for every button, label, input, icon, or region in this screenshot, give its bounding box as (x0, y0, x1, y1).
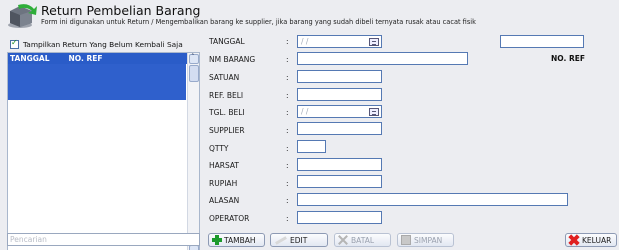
supplier-input[interactable] (297, 122, 382, 135)
filter-checkbox-label: Tampilkan Return Yang Belum Kembali Saja (23, 39, 183, 49)
simpan-label: SIMPAN (414, 235, 443, 245)
column-header-tanggal[interactable]: TANGGAL (8, 54, 50, 63)
tgl-beli-label: TGL. BELI (209, 108, 245, 117)
colon: : (286, 214, 289, 223)
no-ref-input[interactable] (500, 35, 584, 48)
return-list-grid[interactable]: TANGGAL NO. REF (7, 52, 200, 250)
tanggal-value: / / (301, 37, 309, 46)
simpan-button[interactable]: SIMPAN (397, 233, 454, 247)
qtty-input[interactable] (297, 140, 326, 153)
plus-icon (212, 235, 222, 245)
calendar-icon[interactable] (369, 38, 379, 46)
colon: : (286, 144, 289, 153)
keluar-label: KELUAR (582, 235, 612, 245)
colon: : (286, 108, 289, 117)
qtty-label: QTTY (209, 144, 229, 153)
tgl-beli-date-field[interactable]: / / (297, 105, 382, 118)
form-header: Return Pembelian Barang Form ini digunak… (0, 0, 619, 31)
pencil-icon (274, 236, 287, 244)
colon: : (286, 126, 289, 135)
colon: : (286, 55, 289, 64)
colon: : (286, 37, 289, 46)
colon: : (286, 73, 289, 82)
no-ref-label: NO. REF (551, 54, 585, 63)
scroll-up-button[interactable] (189, 53, 199, 64)
tgl-beli-value: / / (301, 107, 309, 116)
save-disk-icon (401, 235, 411, 245)
grid-scrollbar[interactable] (187, 53, 199, 250)
tambah-label: TAMBAH (224, 235, 256, 245)
page-title: Return Pembelian Barang (41, 3, 201, 18)
keluar-button[interactable]: KELUAR (565, 233, 617, 247)
batal-label: BATAL (351, 235, 375, 245)
batal-button[interactable]: BATAL (334, 233, 391, 247)
edit-label: EDIT (290, 235, 308, 245)
rupiah-input[interactable] (297, 175, 382, 188)
harsat-label: HARSAT (209, 161, 240, 170)
calendar-icon[interactable] (369, 108, 379, 116)
nm-barang-label: NM BARANG (209, 55, 256, 64)
return-box-icon (8, 4, 37, 28)
filter-checkbox-row[interactable]: Tampilkan Return Yang Belum Kembali Saja (10, 38, 183, 50)
search-input[interactable]: Pencarian (7, 233, 200, 246)
nm-barang-input[interactable] (297, 52, 468, 65)
tanggal-date-field[interactable]: / / (297, 35, 382, 48)
ref-beli-label: REF. BELI (209, 91, 244, 100)
operator-label: OPERATOR (209, 214, 250, 223)
operator-input[interactable] (297, 211, 382, 224)
edit-button[interactable]: EDIT (270, 233, 328, 247)
column-header-no-ref[interactable]: NO. REF (67, 54, 103, 63)
alasan-input[interactable] (297, 193, 568, 206)
filter-checkbox[interactable] (10, 38, 19, 49)
close-icon (569, 235, 579, 245)
colon: : (286, 179, 289, 188)
colon: : (286, 161, 289, 170)
selected-row-area[interactable] (8, 64, 186, 100)
page-subtitle: Form ini digunakan untuk Return / Mengem… (41, 18, 476, 26)
colon: : (286, 91, 289, 100)
rupiah-label: RUPIAH (209, 179, 238, 188)
satuan-input[interactable] (297, 70, 382, 83)
alasan-label: ALASAN (209, 196, 240, 205)
grid-header: TANGGAL NO. REF (8, 53, 199, 64)
tanggal-label: TANGGAL (209, 37, 245, 46)
cancel-icon (338, 235, 348, 245)
harsat-input[interactable] (297, 158, 382, 171)
ref-beli-input[interactable] (297, 88, 382, 101)
scroll-thumb[interactable] (189, 65, 199, 82)
supplier-label: SUPPLIER (209, 126, 245, 135)
satuan-label: SATUAN (209, 73, 240, 82)
colon: : (286, 196, 289, 205)
tambah-button[interactable]: TAMBAH (208, 233, 265, 247)
